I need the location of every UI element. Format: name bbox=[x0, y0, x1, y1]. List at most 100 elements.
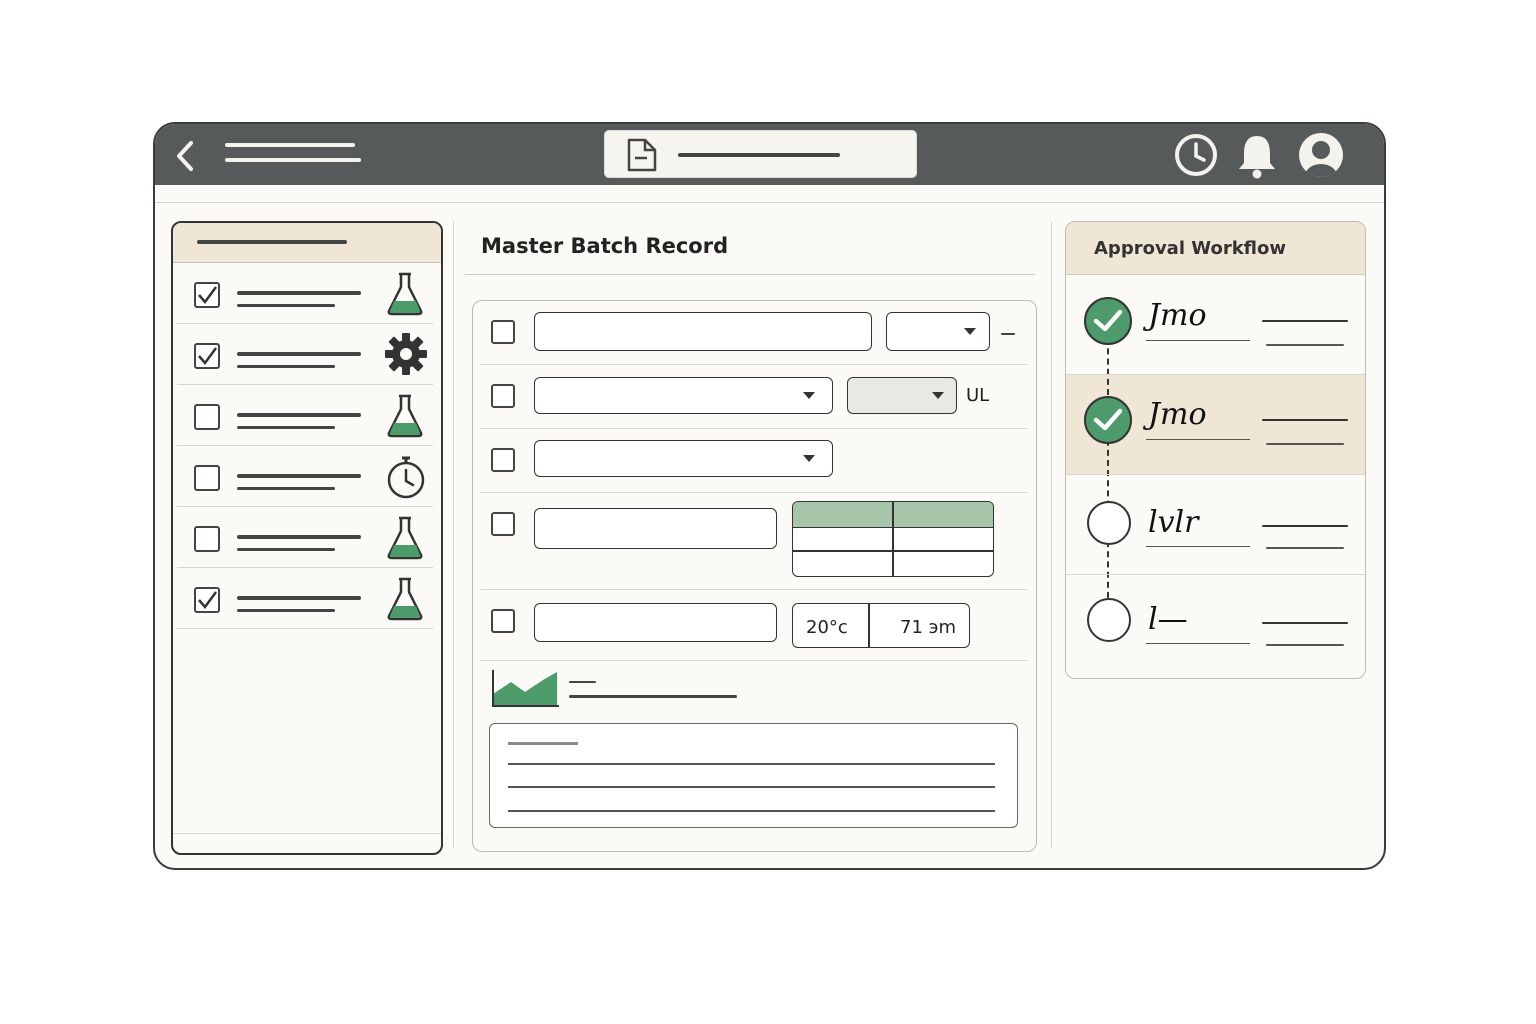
row-checkbox[interactable] bbox=[491, 320, 515, 344]
column-divider bbox=[453, 221, 454, 849]
header-divider bbox=[155, 202, 1384, 203]
gear-icon bbox=[384, 332, 428, 380]
notes-textarea[interactable] bbox=[489, 723, 1018, 828]
approval-title: Approval Workflow bbox=[1094, 238, 1287, 259]
document-title-box[interactable] bbox=[604, 130, 917, 178]
step-checkbox[interactable] bbox=[194, 526, 220, 552]
signature-underline bbox=[1146, 439, 1250, 440]
step-checkbox[interactable] bbox=[194, 343, 220, 369]
unit-select[interactable] bbox=[847, 377, 957, 414]
signer-date-line bbox=[1266, 644, 1344, 646]
step-list-header-line bbox=[197, 240, 347, 244]
row-checkbox[interactable] bbox=[491, 448, 515, 472]
temperature-value: 20°c bbox=[806, 617, 848, 638]
row-divider bbox=[481, 589, 1027, 590]
chevron-down-icon bbox=[803, 455, 815, 462]
step-row[interactable] bbox=[173, 507, 441, 568]
pending-circle-icon bbox=[1087, 598, 1131, 642]
row-checkbox[interactable] bbox=[491, 512, 515, 536]
signature-underline bbox=[1146, 643, 1250, 644]
step-row[interactable] bbox=[173, 568, 441, 629]
row-divider bbox=[481, 492, 1027, 493]
step-list-footer-line bbox=[173, 833, 441, 834]
back-icon[interactable] bbox=[173, 140, 197, 172]
material-select[interactable] bbox=[534, 377, 833, 414]
equipment-select[interactable] bbox=[534, 440, 833, 477]
bell-icon[interactable] bbox=[1235, 132, 1279, 180]
check-icon bbox=[198, 591, 218, 610]
signer-line bbox=[1262, 419, 1348, 421]
ingredient-input[interactable] bbox=[534, 312, 872, 351]
step-list-panel bbox=[171, 221, 443, 855]
step-checkbox[interactable] bbox=[194, 587, 220, 613]
check-icon bbox=[198, 286, 218, 305]
document-icon bbox=[627, 138, 657, 172]
step-subtitle-line bbox=[237, 609, 335, 612]
app-menu-line bbox=[225, 143, 355, 147]
page-title: Master Batch Record bbox=[481, 234, 729, 258]
step-row[interactable] bbox=[173, 446, 441, 507]
table-cell[interactable] bbox=[793, 527, 892, 550]
data-table bbox=[792, 501, 994, 577]
approved-check-icon bbox=[1084, 297, 1132, 345]
approval-step[interactable]: Jmo bbox=[1066, 375, 1365, 475]
top-bar bbox=[155, 124, 1384, 185]
step-checkbox[interactable] bbox=[194, 282, 220, 308]
signer-date-line bbox=[1266, 344, 1344, 346]
step-subtitle-line bbox=[237, 304, 335, 307]
document-title-line bbox=[678, 153, 840, 157]
step-checkbox[interactable] bbox=[194, 465, 220, 491]
flask-icon bbox=[384, 271, 426, 321]
approval-step[interactable]: l— bbox=[1066, 572, 1365, 668]
signer-date-line bbox=[1266, 443, 1344, 445]
approval-header: Approval Workflow bbox=[1066, 222, 1365, 275]
step-title-line bbox=[237, 535, 361, 539]
approval-panel: Approval Workflow Jmo Jmo lvlr l— bbox=[1065, 221, 1366, 679]
signer-line bbox=[1262, 525, 1348, 527]
table-cell[interactable] bbox=[894, 527, 993, 550]
reading-readout: 20°c 71 эm bbox=[792, 603, 970, 648]
step-row[interactable] bbox=[173, 385, 441, 446]
table-cell[interactable] bbox=[894, 552, 993, 576]
approval-step[interactable]: Jmo bbox=[1066, 276, 1365, 375]
row-divider bbox=[481, 364, 1027, 365]
user-icon[interactable] bbox=[1296, 132, 1346, 178]
readout-divider bbox=[868, 604, 870, 647]
time-value: 71 эm bbox=[900, 617, 957, 638]
step-row[interactable] bbox=[173, 263, 441, 324]
signer-line bbox=[1262, 320, 1348, 322]
reading-input[interactable] bbox=[534, 603, 777, 642]
step-row[interactable] bbox=[173, 324, 441, 385]
notes-label-line bbox=[508, 742, 578, 745]
approval-step[interactable]: lvlr bbox=[1066, 475, 1365, 575]
step-list-header bbox=[173, 223, 441, 263]
signature-underline bbox=[1146, 340, 1250, 341]
step-divider bbox=[177, 628, 433, 629]
unit-label: UL bbox=[966, 385, 990, 406]
notes-text-line bbox=[508, 786, 995, 788]
step-subtitle-line bbox=[237, 548, 335, 551]
row-checkbox[interactable] bbox=[491, 384, 515, 408]
chart-label-line bbox=[569, 695, 737, 698]
row-checkbox[interactable] bbox=[491, 609, 515, 633]
signer-line bbox=[1262, 622, 1348, 624]
column-divider bbox=[1051, 221, 1052, 849]
form-panel: UL 20°c 71 эm bbox=[472, 300, 1037, 852]
dash-mark bbox=[1001, 333, 1015, 335]
signature: Jmo bbox=[1148, 298, 1207, 333]
history-icon[interactable] bbox=[1174, 133, 1218, 177]
chevron-down-icon bbox=[932, 392, 944, 399]
approved-check-icon bbox=[1084, 396, 1132, 444]
quantity-select[interactable] bbox=[886, 312, 990, 351]
notes-text-line bbox=[508, 763, 995, 765]
table-cell[interactable] bbox=[793, 552, 892, 576]
step-title-line bbox=[237, 413, 361, 417]
step-checkbox[interactable] bbox=[194, 404, 220, 430]
row-divider bbox=[481, 660, 1027, 661]
step-title-line bbox=[237, 596, 361, 600]
row-divider bbox=[481, 428, 1027, 429]
title-underline bbox=[465, 274, 1035, 275]
signer-date-line bbox=[1266, 547, 1344, 549]
parameter-input[interactable] bbox=[534, 508, 777, 549]
signature: lvlr bbox=[1148, 505, 1199, 540]
